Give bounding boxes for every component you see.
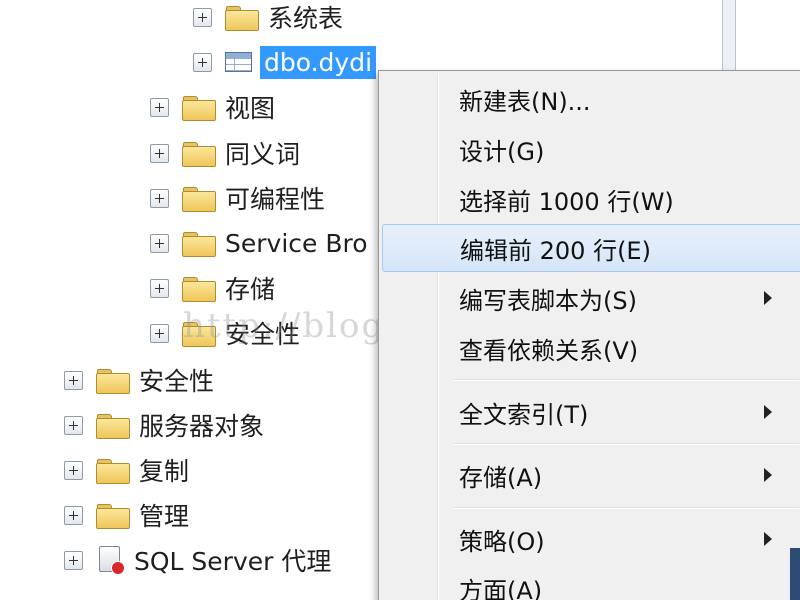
menu-separator xyxy=(454,379,799,381)
tree-node-db-security[interactable]: 安全性 xyxy=(150,313,300,353)
tree-node-management[interactable]: 管理 xyxy=(64,495,189,535)
sql-agent-stopped-icon xyxy=(96,545,125,575)
expand-plus-icon[interactable] xyxy=(193,52,212,72)
tree-node-label: 服务器对象 xyxy=(139,412,265,441)
folder-icon xyxy=(182,186,216,212)
expand-plus-icon[interactable] xyxy=(150,278,169,298)
menu-item-label: 新建表(N)... xyxy=(459,87,591,116)
tree-node-label: Service Bro xyxy=(225,228,368,258)
tree-node-synonyms[interactable]: 同义词 xyxy=(150,133,300,173)
expand-plus-icon[interactable] xyxy=(150,97,169,117)
tree-node-service-broker[interactable]: Service Bro xyxy=(150,223,368,263)
expand-plus-icon[interactable] xyxy=(193,7,212,27)
expand-plus-icon[interactable] xyxy=(64,460,83,480)
menu-item-select-top-1000[interactable]: 选择前 1000 行(W) xyxy=(382,175,800,223)
folder-icon xyxy=(182,141,216,167)
menu-item-label: 策略(O) xyxy=(459,527,545,556)
tree-node-label: 安全性 xyxy=(139,367,215,396)
tree-node-server-objects[interactable]: 服务器对象 xyxy=(64,405,264,445)
tree-node-system-tables[interactable]: 系统表 xyxy=(193,0,343,37)
folder-icon xyxy=(182,231,216,257)
tree-node-label: 安全性 xyxy=(225,320,301,349)
tree-node-sql-server-agent[interactable]: SQL Server 代理 xyxy=(64,540,331,580)
folder-icon xyxy=(96,368,130,394)
submenu-arrow-icon xyxy=(764,532,772,546)
menu-item-policies[interactable]: 策略(O) xyxy=(382,515,800,563)
menu-item-edit-top-200[interactable]: 编辑前 200 行(E) xyxy=(382,224,800,272)
folder-icon xyxy=(96,413,130,439)
tree-node-programmability[interactable]: 可编程性 xyxy=(150,178,325,218)
tree-node-storage[interactable]: 存储 xyxy=(150,268,275,308)
menu-separator xyxy=(454,507,799,509)
table-icon xyxy=(225,52,252,72)
menu-item-label: 编写表脚本为(S) xyxy=(459,286,637,315)
tree-node-label: 同义词 xyxy=(225,140,301,169)
expand-plus-icon[interactable] xyxy=(150,323,169,343)
submenu-arrow-icon xyxy=(764,291,772,305)
folder-icon xyxy=(182,276,216,302)
expand-plus-icon[interactable] xyxy=(64,370,83,390)
tree-node-label-selected[interactable]: dbo.dydi xyxy=(260,45,377,79)
menu-item-label: 设计(G) xyxy=(459,137,545,166)
menu-item-full-text-index[interactable]: 全文索引(T) xyxy=(382,388,800,436)
expand-plus-icon[interactable] xyxy=(64,415,83,435)
tree-node-label: 可编程性 xyxy=(225,185,326,214)
menu-item-label: 全文索引(T) xyxy=(459,400,589,429)
tree-node-label: 系统表 xyxy=(268,4,344,33)
submenu-arrow-icon xyxy=(764,405,772,419)
folder-icon xyxy=(96,458,130,484)
tree-node-label: 视图 xyxy=(225,94,276,123)
menu-item-label: 存储(A) xyxy=(459,463,543,492)
menu-item-label: 方面(A) xyxy=(459,576,543,600)
menu-item-view-dependencies[interactable]: 查看依赖关系(V) xyxy=(382,324,800,372)
tree-node-views[interactable]: 视图 xyxy=(150,87,275,127)
tree-node-replication[interactable]: 复制 xyxy=(64,450,189,490)
folder-icon xyxy=(225,5,259,31)
window-edge xyxy=(790,548,800,600)
context-menu: 新建表(N)... 设计(G) 选择前 1000 行(W) 编辑前 200 行(… xyxy=(378,70,800,600)
expand-plus-icon[interactable] xyxy=(150,233,169,253)
menu-item-label: 查看依赖关系(V) xyxy=(459,336,639,365)
menu-item-storage[interactable]: 存储(A) xyxy=(382,451,800,499)
folder-icon xyxy=(182,321,216,347)
menu-item-script-table-as[interactable]: 编写表脚本为(S) xyxy=(382,274,800,322)
menu-item-facets[interactable]: 方面(A) xyxy=(382,564,800,600)
folder-icon xyxy=(96,503,130,529)
expand-plus-icon[interactable] xyxy=(150,143,169,163)
expand-plus-icon[interactable] xyxy=(64,550,83,570)
tree-node-label: 存储 xyxy=(225,275,276,304)
expand-plus-icon[interactable] xyxy=(64,505,83,525)
menu-item-label: 编辑前 200 行(E) xyxy=(460,236,651,265)
tree-node-table-dbo-dydi[interactable]: dbo.dydi xyxy=(193,42,377,82)
tree-node-server-security[interactable]: 安全性 xyxy=(64,360,214,400)
folder-icon xyxy=(182,95,216,121)
submenu-arrow-icon xyxy=(764,468,772,482)
tree-node-label: 复制 xyxy=(139,457,190,486)
tree-node-label: SQL Server 代理 xyxy=(134,547,332,576)
menu-item-design[interactable]: 设计(G) xyxy=(382,125,800,173)
menu-item-new-table[interactable]: 新建表(N)... xyxy=(382,75,800,123)
menu-separator xyxy=(454,443,799,445)
pane-splitter[interactable] xyxy=(722,0,736,70)
expand-plus-icon[interactable] xyxy=(150,188,169,208)
menu-item-label: 选择前 1000 行(W) xyxy=(459,187,674,216)
tree-node-label: 管理 xyxy=(139,502,190,531)
